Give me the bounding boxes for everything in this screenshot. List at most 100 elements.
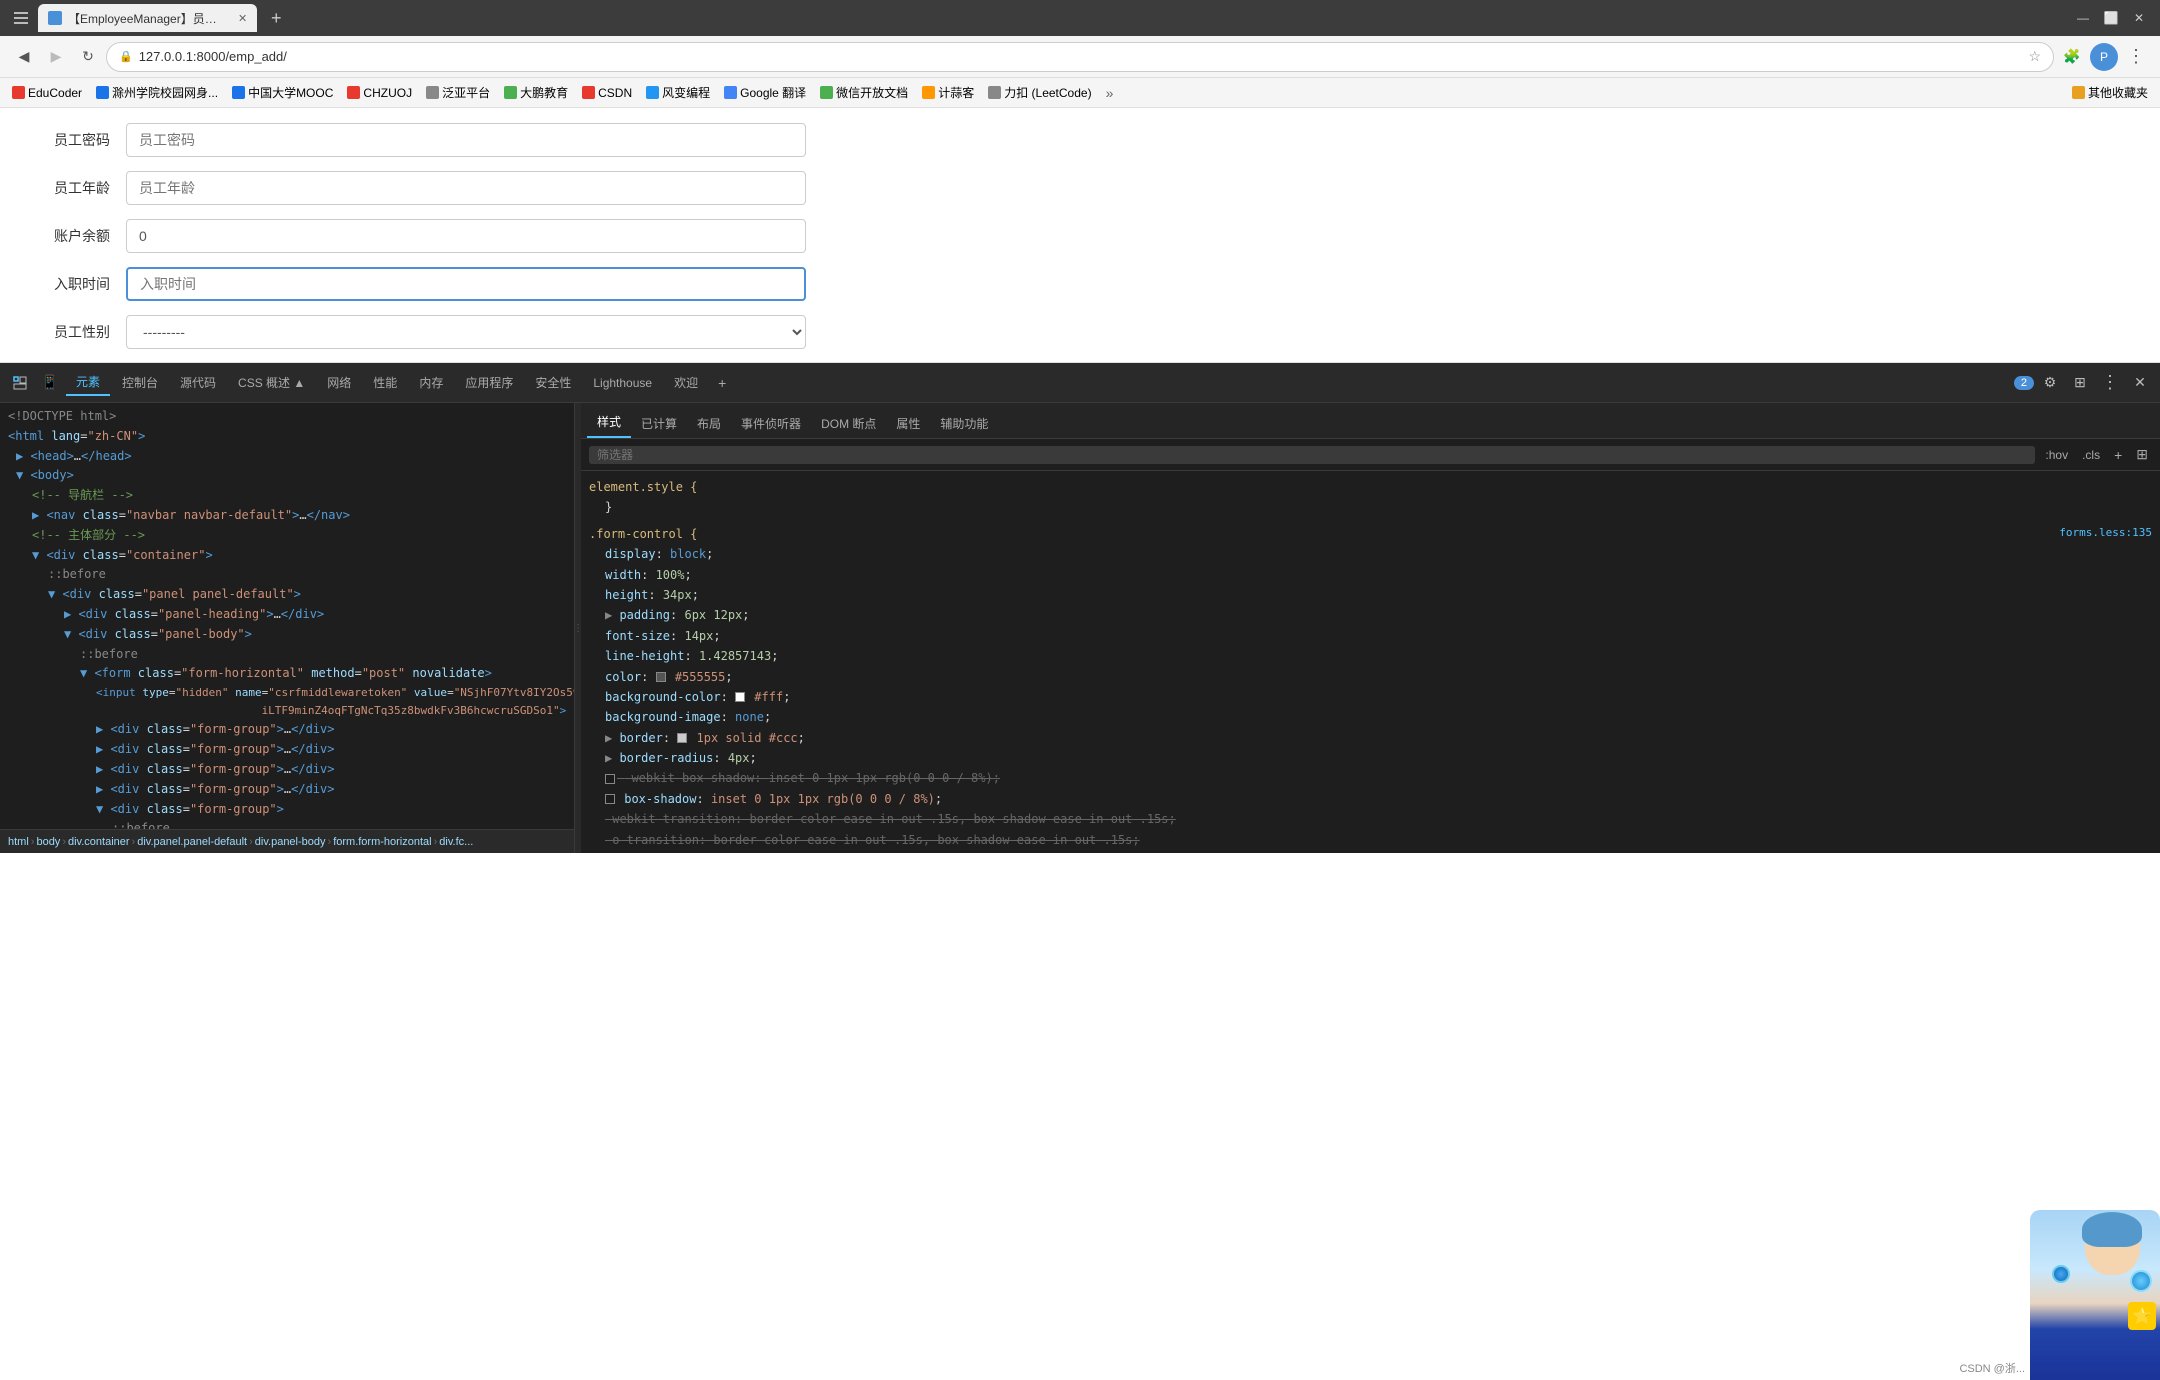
form-row-password: 员工密码 — [40, 123, 2120, 157]
tab-layout[interactable]: 布局 — [687, 409, 731, 438]
dom-line[interactable]: ▼ <div class="panel panel-default"> — [0, 585, 574, 605]
bookmark-google-translate[interactable]: Google 翻译 — [718, 82, 812, 103]
devtools-tab-welcome[interactable]: 欢迎 — [664, 370, 708, 395]
dom-line[interactable]: ▶ <div class="form-group">…</div> — [0, 740, 574, 760]
bookmark-csdn[interactable]: CSDN — [576, 84, 638, 102]
reload-button[interactable]: ↻ — [74, 43, 102, 71]
input-age[interactable] — [126, 171, 806, 205]
devtools-dock-button[interactable]: ⊞ — [2066, 369, 2094, 397]
bookmarks-bar: EduCoder 滁州学院校园网身... 中国大学MOOC CHZUOJ 泛亚平… — [0, 78, 2160, 108]
dom-line[interactable]: ::before — [0, 565, 574, 585]
select-gender[interactable]: --------- — [126, 315, 806, 349]
css-prop-width: width: 100%; — [605, 565, 2152, 585]
bookmark-educoder[interactable]: EduCoder — [6, 84, 88, 102]
user-profile-icon[interactable]: P — [2090, 43, 2118, 71]
dom-line[interactable]: <!-- 主体部分 --> — [0, 526, 574, 546]
dom-line[interactable]: ▶ <div class="panel-heading">…</div> — [0, 605, 574, 625]
dom-line[interactable]: <html lang="zh-CN"> — [0, 427, 574, 447]
dom-line[interactable]: <!-- 导航栏 --> — [0, 486, 574, 506]
breadcrumb-item-panel-body[interactable]: div.panel-body — [255, 836, 326, 848]
devtools-tab-memory[interactable]: 内存 — [409, 370, 453, 395]
dom-line[interactable]: ▼ <div class="panel-body"> — [0, 625, 574, 645]
tab-accessibility[interactable]: 辅助功能 — [930, 409, 998, 438]
bookmark-wechat[interactable]: 微信开放文档 — [814, 82, 914, 103]
dom-line[interactable]: ▼ <form class="form-horizontal" method="… — [0, 664, 574, 684]
breadcrumb-item-panel[interactable]: div.panel.panel-default — [137, 836, 247, 848]
tab-close-icon[interactable]: ✕ — [238, 12, 247, 25]
breadcrumb-item-container[interactable]: div.container — [68, 836, 130, 848]
devtools-tab-sources[interactable]: 源代码 — [170, 370, 226, 395]
class-filter-button[interactable]: .cls — [2078, 446, 2104, 464]
devtools-tab-performance[interactable]: 性能 — [363, 370, 407, 395]
bookmark-dapeng[interactable]: 大鹏教育 — [498, 82, 574, 103]
bookmark-icon[interactable]: ☆ — [2028, 48, 2041, 65]
maximize-button[interactable]: ⬜ — [2100, 7, 2122, 29]
dom-line[interactable]: ▼ <body> — [0, 466, 574, 486]
bookmark-mooc[interactable]: 中国大学MOOC — [226, 82, 339, 103]
address-bar[interactable]: 🔒 127.0.0.1:8000/emp_add/ ☆ — [106, 42, 2054, 72]
devtools-tab-css-overview[interactable]: CSS 概述 ▲ — [228, 370, 315, 395]
dom-line[interactable]: ▶ <div class="form-group">…</div> — [0, 760, 574, 780]
bookmark-fengbian[interactable]: 风变编程 — [640, 82, 716, 103]
dom-line[interactable]: ▶ <nav class="navbar navbar-default">…</… — [0, 506, 574, 526]
devtools-tab-lighthouse[interactable]: Lighthouse — [583, 372, 662, 394]
dom-line[interactable]: ::before — [0, 819, 574, 829]
bookmark-leetcode[interactable]: 力扣 (LeetCode) — [982, 82, 1097, 103]
dom-line[interactable]: ▶ <div class="form-group">…</div> — [0, 720, 574, 740]
input-password[interactable] — [126, 123, 806, 157]
devtools-more-tabs-button[interactable]: + — [710, 371, 734, 395]
more-menu-button[interactable]: ⋮ — [2122, 43, 2150, 71]
page-content: 员工密码 员工年龄 账户余额 入职时间 员工性别 --------- 所属部门 — [0, 108, 2160, 363]
pseudo-filter-button[interactable]: :hov — [2041, 446, 2072, 464]
devtools-more-button[interactable]: ⋮ — [2096, 369, 2124, 397]
bookmark-jisuanke[interactable]: 计蒜客 — [916, 82, 980, 103]
devtools-tab-security[interactable]: 安全性 — [525, 370, 581, 395]
tab-properties[interactable]: 属性 — [886, 409, 930, 438]
breadcrumb-item-div[interactable]: div.fc... — [439, 836, 473, 848]
devtools-close-button[interactable]: ✕ — [2126, 369, 2154, 397]
tab-event-listeners[interactable]: 事件侦听器 — [731, 409, 811, 438]
dom-line[interactable]: ::before — [0, 645, 574, 665]
dom-line[interactable]: <input type="hidden" name="csrfmiddlewar… — [0, 684, 574, 720]
devtools-tab-network[interactable]: 网络 — [317, 370, 361, 395]
bookmark-chzuoj[interactable]: CHZUOJ — [341, 84, 418, 102]
extensions-icon[interactable]: 🧩 — [2058, 43, 2086, 71]
bookmark-other-folder[interactable]: 其他收藏夹 — [2066, 82, 2154, 103]
input-balance[interactable] — [126, 219, 806, 253]
close-button[interactable]: ✕ — [2128, 7, 2150, 29]
styles-filter-input[interactable] — [589, 446, 2035, 464]
dom-line[interactable]: ▼ <div class="container"> — [0, 546, 574, 566]
dom-line[interactable]: ▶ <div class="form-group">…</div> — [0, 780, 574, 800]
css-prop-bg-image: background-image: none; — [605, 707, 2152, 727]
forward-button[interactable]: ▶ — [42, 43, 70, 71]
input-joindate[interactable] — [126, 267, 806, 301]
inspect-element-button[interactable] — [6, 369, 34, 397]
tab-computed[interactable]: 已计算 — [631, 409, 687, 438]
breadcrumb-item-body[interactable]: body — [36, 836, 60, 848]
back-button[interactable]: ◀ — [10, 43, 38, 71]
tab-dom-breakpoints[interactable]: DOM 断点 — [811, 409, 886, 438]
bookmark-school[interactable]: 滁州学院校园网身... — [90, 82, 224, 103]
devtools-settings-button[interactable]: ⚙ — [2036, 369, 2064, 397]
css-source-form-control[interactable]: forms.less:135 — [2059, 524, 2152, 544]
new-tab-button[interactable]: + — [263, 5, 289, 31]
dom-line[interactable]: ▼ <div class="form-group"> — [0, 800, 574, 820]
bookmarks-more-button[interactable]: » — [1100, 83, 1120, 103]
browser-window: 【EmployeeManager】员工新建 ✕ + — ⬜ ✕ ◀ ▶ ↻ 🔒 … — [0, 0, 2160, 853]
device-toggle-button[interactable]: 📱 — [36, 369, 64, 397]
more-style-options-button[interactable]: ⊞ — [2132, 444, 2152, 465]
devtools-error-badge[interactable]: 2 — [2014, 376, 2034, 390]
devtools-tab-console[interactable]: 控制台 — [112, 370, 168, 395]
dom-line[interactable]: ▶ <head>…</head> — [0, 447, 574, 467]
devtools-tab-application[interactable]: 应用程序 — [455, 370, 523, 395]
tab[interactable]: 【EmployeeManager】员工新建 ✕ — [38, 4, 257, 32]
minimize-button[interactable]: — — [2072, 7, 2094, 29]
breadcrumb-item-form[interactable]: form.form-horizontal — [333, 836, 431, 848]
dom-line[interactable]: <!DOCTYPE html> — [0, 407, 574, 427]
bookmark-fanya[interactable]: 泛亚平台 — [420, 82, 496, 103]
add-style-rule-button[interactable]: + — [2110, 445, 2126, 465]
sidebar-toggle-btn[interactable] — [10, 7, 32, 29]
devtools-tab-elements[interactable]: 元素 — [66, 369, 110, 396]
breadcrumb-item-html[interactable]: html — [8, 836, 29, 848]
tab-styles[interactable]: 样式 — [587, 407, 631, 438]
